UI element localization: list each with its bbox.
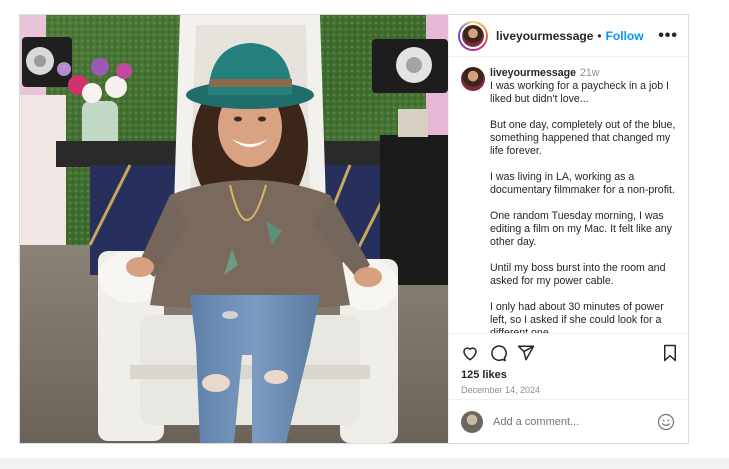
share-icon[interactable] <box>517 344 535 362</box>
caption-avatar[interactable] <box>461 67 485 91</box>
caption-paragraph-4: One random Tuesday morning, I was editin… <box>490 210 672 248</box>
post-date: December 14, 2024 <box>461 385 541 395</box>
follow-button[interactable]: Follow <box>606 29 644 43</box>
bookmark-icon[interactable] <box>662 344 678 362</box>
more-options-icon[interactable]: ••• <box>658 27 678 44</box>
caption-username[interactable]: liveyourmessage <box>490 67 576 79</box>
caption-paragraph-2: But one day, completely out of the blue,… <box>490 119 676 157</box>
caption-paragraph-1: I was working for a paycheck in a job I … <box>490 80 670 105</box>
post-side-panel: liveyourmessage • Follow ••• liveyourmes… <box>448 15 688 443</box>
caption-area: liveyourmessage 21w I was working for a p… <box>449 57 688 333</box>
comment-bar <box>449 399 687 443</box>
post-photo[interactable] <box>20 15 448 443</box>
post-photo-image <box>20 15 448 443</box>
caption-paragraph-3: I was living in LA, working as a documen… <box>490 171 675 196</box>
comment-input[interactable] <box>493 415 643 428</box>
likes-count[interactable]: 125 likes <box>461 369 678 381</box>
caption-body: liveyourmessage 21w I was working for a p… <box>490 67 678 333</box>
actions-section: 125 likes December 14, 2024 <box>449 333 688 395</box>
story-ring[interactable] <box>458 20 488 51</box>
caption-paragraph-6: I only had about 30 minutes of power lef… <box>490 301 664 333</box>
smiley-icon[interactable] <box>657 413 675 431</box>
comment-icon[interactable] <box>489 344 507 362</box>
username-link[interactable]: liveyourmessage <box>496 29 593 43</box>
caption-paragraph-5: Until my boss burst into the room and as… <box>490 262 666 287</box>
caption-time[interactable]: 21w <box>580 67 599 79</box>
avatar[interactable] <box>460 22 486 49</box>
commenter-avatar <box>461 410 483 433</box>
post-modal: liveyourmessage • Follow ••• liveyourmes… <box>19 14 689 444</box>
separator-dot: • <box>597 28 602 43</box>
action-icons <box>461 342 678 364</box>
page-bottom-strip <box>0 458 729 469</box>
post-header: liveyourmessage • Follow ••• <box>449 15 688 57</box>
heart-icon[interactable] <box>461 344 479 362</box>
